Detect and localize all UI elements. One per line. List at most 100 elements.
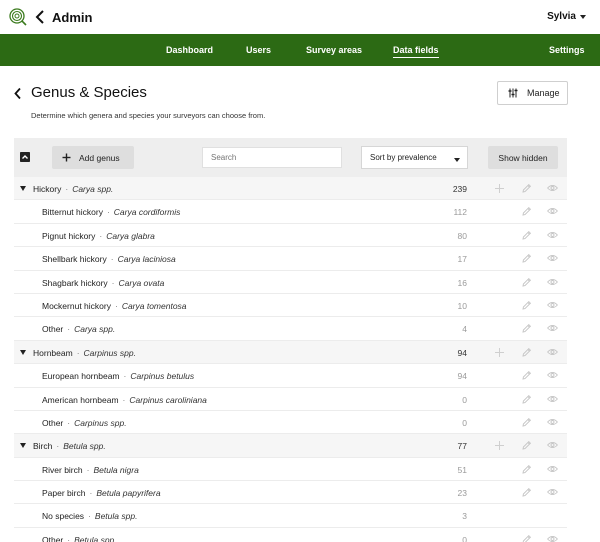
add-species-icon[interactable] xyxy=(494,347,505,358)
species-row[interactable]: River birch · Betula nigra 51 xyxy=(14,458,567,482)
add-species-icon[interactable] xyxy=(494,440,505,451)
eye-icon[interactable] xyxy=(546,278,559,289)
edit-icon[interactable] xyxy=(521,253,532,264)
edit-icon[interactable] xyxy=(521,534,532,542)
eye-icon[interactable] xyxy=(546,371,559,382)
caret-down-icon[interactable] xyxy=(20,349,26,355)
page-title: Genus & Species xyxy=(31,84,147,101)
separator: · xyxy=(114,300,118,311)
back-icon[interactable] xyxy=(13,87,23,100)
eye-icon[interactable] xyxy=(546,418,559,429)
common-name: Mockernut hickory xyxy=(42,300,111,311)
observation-count: 23 xyxy=(457,488,467,499)
edit-icon[interactable] xyxy=(521,347,532,358)
genus-row[interactable]: Birch · Betula spp. 77 xyxy=(14,434,567,458)
eye-icon[interactable] xyxy=(546,441,559,452)
species-row[interactable]: Other · Carpinus spp. 0 xyxy=(14,411,567,435)
scientific-name: Carya spp. xyxy=(74,324,116,335)
eye-icon[interactable] xyxy=(546,465,559,476)
edit-icon[interactable] xyxy=(521,417,532,428)
page-subtitle: Determine which genera and species your … xyxy=(31,111,266,120)
genus-row[interactable]: Hickory · Carya spp. 239 xyxy=(14,177,567,201)
edit-icon[interactable] xyxy=(521,370,532,381)
scientific-name: Carpinus spp. xyxy=(83,347,136,358)
species-row[interactable]: Bitternut hickory · Carya cordiformis 112 xyxy=(14,200,567,224)
eye-icon[interactable] xyxy=(546,301,559,312)
common-name: Bitternut hickory xyxy=(42,207,103,218)
edit-icon[interactable] xyxy=(521,206,532,217)
add-genus-label: Add genus xyxy=(79,152,120,163)
common-name: European hornbeam xyxy=(42,371,120,382)
back-icon[interactable] xyxy=(34,9,46,25)
species-row[interactable]: European hornbeam · Carpinus betulus 94 xyxy=(14,364,567,388)
manage-button[interactable]: Manage xyxy=(497,81,568,105)
search-input[interactable] xyxy=(202,147,342,168)
species-row[interactable]: Shellbark hickory · Carya laciniosa 17 xyxy=(14,247,567,271)
row-name: American hornbeam · Carpinus caroliniana xyxy=(42,395,207,405)
add-genus-button[interactable]: Add genus xyxy=(52,146,134,169)
edit-icon[interactable] xyxy=(521,487,532,498)
separator: · xyxy=(89,488,93,499)
eye-icon[interactable] xyxy=(546,207,559,218)
row-name: River birch · Betula nigra xyxy=(42,465,139,475)
chevron-down-icon xyxy=(454,158,460,162)
eye-icon[interactable] xyxy=(546,535,559,542)
eye-icon[interactable] xyxy=(546,324,559,335)
separator: · xyxy=(67,534,71,542)
eye-icon[interactable] xyxy=(546,395,559,406)
separator: · xyxy=(123,371,127,382)
show-hidden-button[interactable]: Show hidden xyxy=(488,146,558,169)
sort-select[interactable]: Sort by prevalence xyxy=(361,146,468,169)
nav-settings[interactable]: Settings xyxy=(549,45,585,55)
separator: · xyxy=(65,184,69,194)
common-name: Paper birch xyxy=(42,488,86,499)
separator: · xyxy=(76,347,80,358)
edit-icon[interactable] xyxy=(521,300,532,311)
app-title: Admin xyxy=(52,10,93,25)
observation-count: 3 xyxy=(462,511,467,522)
caret-down-icon[interactable] xyxy=(20,186,26,191)
genus-row[interactable]: Hornbeam · Carpinus spp. 94 xyxy=(14,340,567,365)
observation-count: 51 xyxy=(457,464,467,475)
species-row[interactable]: Other · Betula spp. 0 xyxy=(14,528,567,542)
species-row[interactable]: No species · Betula spp. 3 xyxy=(14,504,567,528)
species-row[interactable]: Pignut hickory · Carya glabra 80 xyxy=(14,224,567,248)
edit-icon[interactable] xyxy=(521,323,532,334)
plus-icon xyxy=(62,153,71,162)
observation-count: 80 xyxy=(457,230,467,241)
sliders-icon xyxy=(508,88,518,98)
eye-icon[interactable] xyxy=(546,488,559,499)
edit-icon[interactable] xyxy=(521,183,532,194)
nav-survey-areas[interactable]: Survey areas xyxy=(306,45,362,55)
collapse-all-icon[interactable] xyxy=(20,152,30,162)
logo-icon[interactable] xyxy=(9,8,27,26)
edit-icon[interactable] xyxy=(521,464,532,475)
nav-users[interactable]: Users xyxy=(246,45,271,55)
species-row[interactable]: Other · Carya spp. 4 xyxy=(14,317,567,341)
common-name: Other xyxy=(42,534,64,542)
edit-icon[interactable] xyxy=(521,394,532,405)
edit-icon[interactable] xyxy=(521,440,532,451)
separator: · xyxy=(122,394,126,405)
edit-icon[interactable] xyxy=(521,277,532,288)
species-row[interactable]: Shagbark hickory · Carya ovata 16 xyxy=(14,271,567,294)
eye-icon[interactable] xyxy=(546,184,559,195)
separator: · xyxy=(99,230,103,241)
species-row[interactable]: Paper birch · Betula papyrifera 23 xyxy=(14,481,567,505)
user-name: Sylvia xyxy=(547,11,576,22)
nav-data-fields[interactable]: Data fields xyxy=(393,45,439,58)
nav-dashboard[interactable]: Dashboard xyxy=(166,45,213,55)
species-row[interactable]: Mockernut hickory · Carya tomentosa 10 xyxy=(14,294,567,318)
user-menu[interactable]: Sylvia xyxy=(547,11,586,22)
caret-down-icon[interactable] xyxy=(20,443,26,449)
eye-icon[interactable] xyxy=(546,254,559,265)
eye-icon[interactable] xyxy=(546,231,559,242)
edit-icon[interactable] xyxy=(521,230,532,241)
genus-species-list: Hickory · Carya spp. 239 Bitternut hickory · C… xyxy=(14,177,567,542)
add-species-icon[interactable] xyxy=(494,183,505,194)
common-name: Other xyxy=(42,417,64,428)
manage-label: Manage xyxy=(527,88,560,98)
eye-icon[interactable] xyxy=(546,348,559,359)
observation-count: 0 xyxy=(462,534,467,542)
species-row[interactable]: American hornbeam · Carpinus caroliniana 0 xyxy=(14,388,567,411)
